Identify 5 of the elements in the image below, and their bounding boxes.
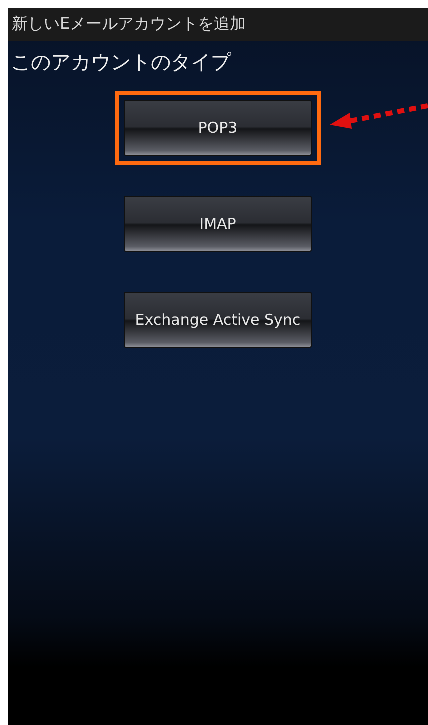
- account-type-button[interactable]: POP3: [124, 100, 312, 156]
- account-type-button[interactable]: IMAP: [124, 196, 312, 252]
- account-type-button[interactable]: Exchange Active Sync: [124, 292, 312, 348]
- heading: このアカウントのタイプ: [10, 49, 232, 76]
- window-title: 新しいEメールアカウントを追加: [12, 14, 246, 35]
